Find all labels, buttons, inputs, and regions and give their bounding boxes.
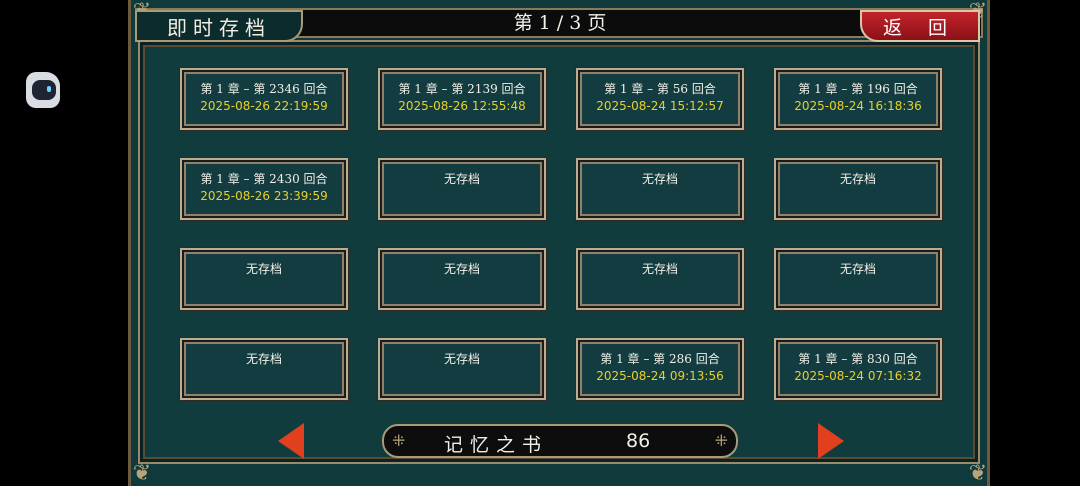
save-slot-timestamp: 2025-08-24 16:18:36	[794, 99, 922, 113]
save-slot[interactable]: 第 1 章 – 第 2346 回合 2025-08-26 22:19:59	[180, 68, 348, 130]
ornament-icon: ⁜	[714, 431, 728, 450]
save-slot[interactable]: 无存档	[576, 158, 744, 220]
save-slot-timestamp: 2025-08-26 23:39:59	[200, 189, 328, 203]
save-slot[interactable]: 无存档	[576, 248, 744, 310]
save-slot-chapter: 第 1 章 – 第 2139 回合	[398, 82, 526, 96]
save-slot[interactable]: 无存档	[774, 158, 942, 220]
memory-book-bar: ⁜ 记忆之书 86 ⁜	[382, 424, 738, 458]
prev-page-arrow-icon[interactable]	[278, 423, 304, 459]
save-slot[interactable]: 第 1 章 – 第 196 回合 2025-08-24 16:18:36	[774, 68, 942, 130]
save-slot-chapter: 第 1 章 – 第 2346 回合	[200, 82, 328, 96]
save-slot-chapter: 第 1 章 – 第 196 回合	[798, 82, 918, 96]
memory-book-count: 86	[626, 430, 651, 452]
save-slot[interactable]: 第 1 章 – 第 2430 回合 2025-08-26 23:39:59	[180, 158, 348, 220]
page-title-tab: 即时存档	[135, 10, 303, 42]
save-slot-chapter: 无存档	[443, 262, 480, 276]
page-indicator: 第 1 / 3 页	[513, 12, 607, 34]
save-slot-chapter: 无存档	[641, 262, 678, 276]
save-slot-chapter: 无存档	[245, 262, 282, 276]
next-page-arrow-icon[interactable]	[818, 423, 844, 459]
save-slot[interactable]: 无存档	[180, 338, 348, 400]
save-slot-chapter: 无存档	[443, 172, 480, 186]
save-slot[interactable]: 第 1 章 – 第 286 回合 2025-08-24 09:13:56	[576, 338, 744, 400]
corner-ornament-icon: ❦	[968, 461, 988, 486]
save-slot[interactable]: 第 1 章 – 第 830 回合 2025-08-24 07:16:32	[774, 338, 942, 400]
ornament-icon: ⁜	[392, 431, 406, 450]
save-slot[interactable]: 无存档	[378, 338, 546, 400]
save-slot[interactable]: 第 1 章 – 第 56 回合 2025-08-24 15:12:57	[576, 68, 744, 130]
save-slot-chapter: 第 1 章 – 第 830 回合	[798, 352, 918, 366]
save-slot-timestamp: 2025-08-26 12:55:48	[398, 99, 526, 113]
save-slot-chapter: 无存档	[245, 352, 282, 366]
save-slot-timestamp: 2025-08-24 15:12:57	[596, 99, 724, 113]
memory-book-label: 记忆之书	[444, 434, 549, 456]
save-slot-timestamp: 2025-08-24 07:16:32	[794, 369, 922, 383]
assistant-eye	[47, 86, 51, 92]
save-slot[interactable]: 无存档	[378, 158, 546, 220]
floating-assistant-icon[interactable]	[26, 72, 60, 108]
save-slot-timestamp: 2025-08-26 22:19:59	[200, 99, 328, 113]
save-slot-chapter: 无存档	[839, 172, 876, 186]
save-slot-chapter: 第 1 章 – 第 286 回合	[600, 352, 720, 366]
corner-ornament-icon: ❦	[132, 461, 152, 486]
save-slot-chapter: 无存档	[443, 352, 480, 366]
save-slot-chapter: 第 1 章 – 第 56 回合	[604, 82, 716, 96]
save-slot[interactable]: 无存档	[180, 248, 348, 310]
save-slot[interactable]: 第 1 章 – 第 2139 回合 2025-08-26 12:55:48	[378, 68, 546, 130]
save-slot[interactable]: 无存档	[378, 248, 546, 310]
save-slot-chapter: 第 1 章 – 第 2430 回合	[200, 172, 328, 186]
save-slot[interactable]: 无存档	[774, 248, 942, 310]
back-button[interactable]: 返 回	[860, 10, 980, 42]
save-slot-timestamp: 2025-08-24 09:13:56	[596, 369, 724, 383]
save-slot-chapter: 无存档	[839, 262, 876, 276]
assistant-face	[32, 80, 56, 100]
save-slot-chapter: 无存档	[641, 172, 678, 186]
